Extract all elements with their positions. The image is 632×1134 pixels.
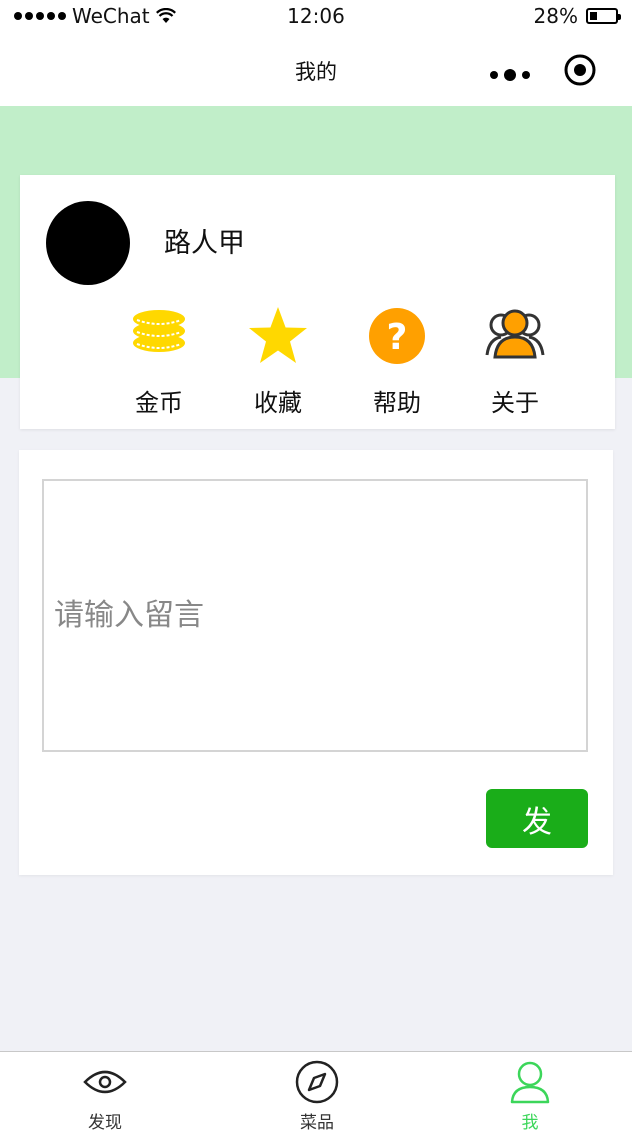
tab-me[interactable]: 我 bbox=[450, 1052, 610, 1134]
battery-percent: 28% bbox=[533, 4, 578, 28]
eye-icon bbox=[83, 1070, 127, 1094]
coins-icon bbox=[133, 310, 185, 352]
compass-icon bbox=[295, 1060, 339, 1104]
nav-bar: 我的 bbox=[0, 34, 632, 106]
profile-card: 路人甲 金币 收藏 ? 帮助 关于 bbox=[20, 175, 615, 429]
send-button[interactable]: 发 bbox=[486, 789, 588, 848]
tab-bar: 发现 菜品 我 bbox=[0, 1051, 632, 1134]
users-icon bbox=[485, 309, 545, 359]
target-icon[interactable] bbox=[563, 53, 597, 87]
tab-label-discover: 发现 bbox=[88, 1113, 122, 1133]
menu-item-about[interactable]: 关于 bbox=[465, 305, 565, 417]
menu-item-favorites[interactable]: 收藏 bbox=[228, 305, 328, 417]
menu-item-help[interactable]: ? 帮助 bbox=[347, 305, 447, 417]
tab-discover[interactable]: 发现 bbox=[25, 1052, 185, 1134]
star-icon bbox=[249, 307, 307, 363]
tab-label-dishes: 菜品 bbox=[300, 1113, 334, 1133]
menu-label-about: 关于 bbox=[491, 389, 539, 417]
menu-label-favorites: 收藏 bbox=[254, 389, 302, 417]
menu-label-help: 帮助 bbox=[373, 389, 421, 417]
username: 路人甲 bbox=[164, 228, 245, 259]
page-title: 我的 bbox=[295, 60, 337, 84]
person-icon bbox=[510, 1061, 550, 1104]
svg-text:?: ? bbox=[387, 317, 408, 358]
status-bar: WeChat 12:06 28% bbox=[0, 0, 632, 34]
menu-item-coins[interactable]: 金币 bbox=[109, 305, 209, 417]
tab-label-me: 我 bbox=[521, 1113, 539, 1133]
status-right: 28% bbox=[533, 4, 621, 28]
message-card: 发 bbox=[19, 450, 613, 875]
more-dots-icon[interactable] bbox=[488, 68, 534, 82]
battery-icon bbox=[586, 8, 621, 24]
message-input[interactable] bbox=[42, 479, 588, 752]
tab-dishes[interactable]: 菜品 bbox=[237, 1052, 397, 1134]
menu-label-coins: 金币 bbox=[135, 389, 183, 417]
help-icon: ? bbox=[369, 308, 425, 364]
avatar[interactable] bbox=[46, 201, 130, 285]
